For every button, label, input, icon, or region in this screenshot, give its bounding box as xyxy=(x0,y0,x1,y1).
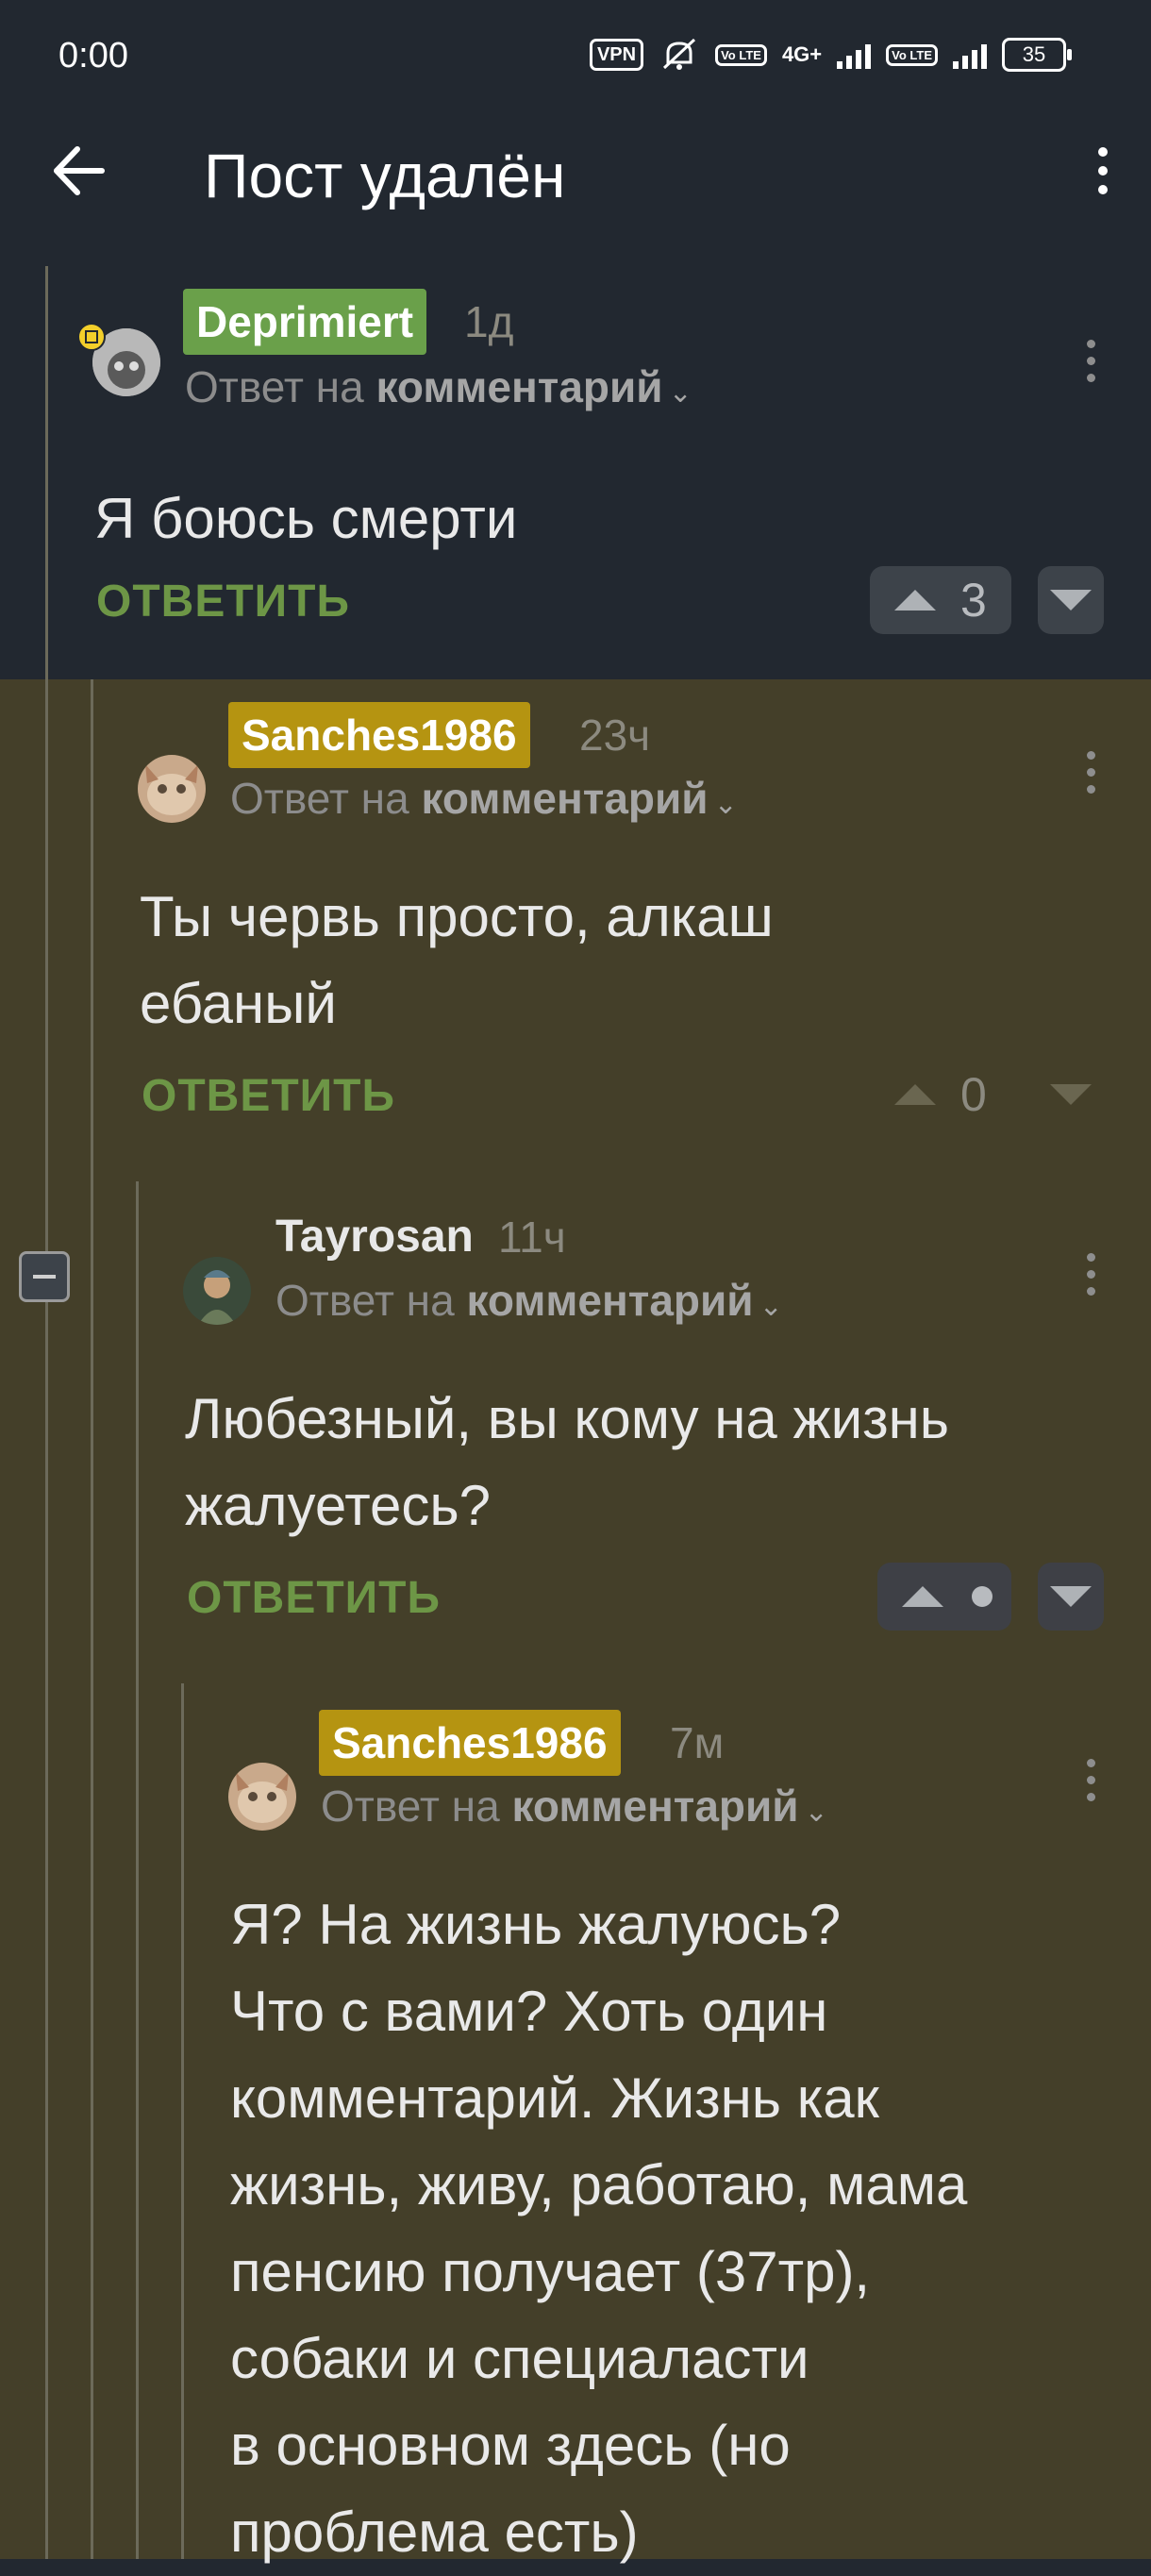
comment-text-line: проблема есть) xyxy=(230,2501,639,2564)
comment-text-line: жалуетесь? xyxy=(185,1474,492,1537)
downvote-button[interactable] xyxy=(1038,566,1104,634)
arrow-up-icon xyxy=(894,1084,936,1105)
comment-menu-button[interactable] xyxy=(1072,1244,1109,1300)
upvote-button[interactable]: 3 xyxy=(870,566,1011,634)
comment-thread: Deprimiert 1д Ответ на комментарий ⌄ Я бо… xyxy=(0,247,1151,2564)
downvote-button[interactable] xyxy=(1038,1563,1104,1631)
arrow-up-icon xyxy=(894,590,936,611)
chevron-down-icon: ⌄ xyxy=(804,1797,828,1828)
avatar[interactable] xyxy=(183,1257,251,1325)
arrow-left-icon xyxy=(54,146,105,195)
author-nick[interactable]: Sanches1986 xyxy=(319,1710,621,1776)
network-type: 4G+ xyxy=(781,42,823,66)
comment-text-line: Ты червь просто, алкаш xyxy=(140,885,774,948)
comment-menu-button[interactable] xyxy=(1072,742,1109,798)
chevron-down-icon: ⌄ xyxy=(759,1291,783,1322)
comment-item: Tayrosan 11ч Ответ на комментарий ⌄ Любез… xyxy=(0,1181,1151,1683)
reply-to-link[interactable]: Ответ на комментарий ⌄ xyxy=(275,1272,783,1335)
status-icons: VPN Vo LTE 4G+ Vo LTE 35 xyxy=(589,36,1072,74)
comment-menu-button[interactable] xyxy=(1072,330,1109,387)
more-vertical-icon xyxy=(1072,330,1109,382)
author-nick[interactable]: Tayrosan xyxy=(275,1204,474,1270)
chevron-down-icon: ⌄ xyxy=(713,789,738,820)
status-bar: 0:00 VPN Vo LTE 4G+ Vo LTE 35 xyxy=(0,0,1151,111)
signal-icon-2 xyxy=(953,41,987,69)
comment-text-line: жизнь, живу, работаю, мама xyxy=(230,2153,968,2216)
vote-pending-dot xyxy=(972,1586,993,1607)
arrow-up-icon xyxy=(902,1586,943,1607)
comment-text-line: в основном здесь (но xyxy=(230,2414,791,2477)
reply-to-link[interactable]: Ответ на комментарий ⌄ xyxy=(185,359,692,422)
more-vertical-icon xyxy=(1072,1244,1109,1296)
page-title: Пост удалён xyxy=(204,141,566,210)
downvote-button[interactable] xyxy=(1038,1061,1104,1129)
reply-button[interactable]: ОТВЕТИТЬ xyxy=(142,1068,395,1125)
more-vertical-icon xyxy=(1079,138,1126,194)
author-nick[interactable]: Deprimiert xyxy=(183,289,427,355)
reply-to-link[interactable]: Ответ на комментарий ⌄ xyxy=(321,1778,828,1841)
chevron-down-icon: ⌄ xyxy=(668,377,692,409)
comment-text-line: собаки и специаласти xyxy=(230,2327,809,2390)
comment-text-line: Что с вами? Хоть один xyxy=(230,1980,828,2043)
mute-icon xyxy=(663,38,696,70)
reply-button[interactable]: ОТВЕТИТЬ xyxy=(187,1570,441,1627)
battery-icon: 35 xyxy=(1002,38,1072,72)
comment-time: 23ч xyxy=(579,711,651,760)
avatar[interactable] xyxy=(228,1763,296,1831)
more-vertical-icon xyxy=(1072,742,1109,794)
status-time: 0:00 xyxy=(58,36,128,75)
arrow-down-icon xyxy=(1050,1586,1092,1607)
vpn-icon: VPN xyxy=(589,39,644,71)
comment-item: Deprimiert 1д Ответ на комментарий ⌄ Я бо… xyxy=(0,247,1151,679)
comment-item: Sanches1986 7м Ответ на комментарий ⌄ Я? … xyxy=(0,1683,1151,2564)
comment-text-line: Любезный, вы кому на жизнь xyxy=(185,1387,950,1450)
comment-item: Sanches1986 23ч Ответ на комментарий ⌄ Ты… xyxy=(0,679,1151,1181)
back-button[interactable] xyxy=(47,138,113,204)
comment-time: 7м xyxy=(670,1718,725,1767)
author-nick[interactable]: Sanches1986 xyxy=(228,702,530,768)
comment-time: 11ч xyxy=(498,1213,566,1262)
comment-text-line: комментарий. Жизнь как xyxy=(230,2066,879,2130)
signal-icon xyxy=(837,41,872,69)
volte-icon-2: Vo LTE xyxy=(886,43,938,66)
upvote-button[interactable] xyxy=(877,1563,1011,1631)
comment-text-line: ебаный xyxy=(140,972,337,1035)
badge-icon xyxy=(77,323,106,351)
vote-count: 3 xyxy=(960,574,987,627)
upvote-button[interactable]: 0 xyxy=(892,1061,1011,1129)
avatar[interactable] xyxy=(138,755,206,823)
comment-text-line: пенсию получает (37тр), xyxy=(230,2240,871,2303)
comment-text: Я боюсь смерти xyxy=(94,487,518,550)
reply-button[interactable]: ОТВЕТИТЬ xyxy=(96,574,350,630)
more-vertical-icon xyxy=(1072,1749,1109,1801)
comment-text-line: Я? На жизнь жалуюсь? xyxy=(230,1893,842,1956)
volte-icon: Vo LTE xyxy=(715,43,767,66)
arrow-down-icon xyxy=(1050,590,1092,611)
comment-menu-button[interactable] xyxy=(1072,1749,1109,1806)
reply-to-link[interactable]: Ответ на комментарий ⌄ xyxy=(230,770,738,833)
more-menu-button[interactable] xyxy=(1079,138,1126,213)
comment-time: 1д xyxy=(464,297,514,346)
arrow-down-icon xyxy=(1050,1084,1092,1105)
app-bar: Пост удалён xyxy=(0,111,1151,247)
vote-count: 0 xyxy=(960,1068,987,1121)
